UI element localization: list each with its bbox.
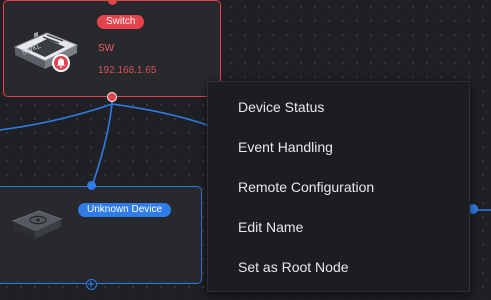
device-name: SW	[98, 43, 115, 54]
link-switch-to-left-offscreen	[0, 103, 113, 131]
alarm-icon	[52, 54, 70, 72]
menu-item-remote-configuration[interactable]: Remote Configuration	[208, 167, 469, 207]
device-type-badge: Switch	[97, 15, 145, 29]
device-ip: 192.168.1.65	[98, 65, 157, 76]
device-type-badge: Unknown Device	[78, 203, 172, 217]
router-device-icon	[11, 203, 63, 250]
menu-item-device-status[interactable]: Device Status	[208, 87, 469, 127]
unknown-device-node-card[interactable]: Unknown Device	[0, 186, 202, 284]
unknown-device-add-port[interactable]	[86, 279, 97, 290]
switch-bottom-port[interactable]	[107, 92, 117, 102]
switch-node-card[interactable]: SWKL Switch SW 192.168.1.65	[3, 0, 221, 97]
switch-device-icon: SWKL	[13, 23, 79, 78]
link-switch-to-right-node	[111, 103, 211, 127]
topology-canvas[interactable]: SWKL Switch SW 192.168.1.65 Unknown Devi…	[0, 0, 491, 300]
menu-item-edit-name[interactable]: Edit Name	[208, 207, 469, 247]
menu-item-event-handling[interactable]: Event Handling	[208, 127, 469, 167]
menu-item-set-as-root-node[interactable]: Set as Root Node	[208, 247, 469, 287]
unknown-device-top-port[interactable]	[87, 181, 96, 190]
context-menu: Device Status Event Handling Remote Conf…	[207, 81, 470, 292]
